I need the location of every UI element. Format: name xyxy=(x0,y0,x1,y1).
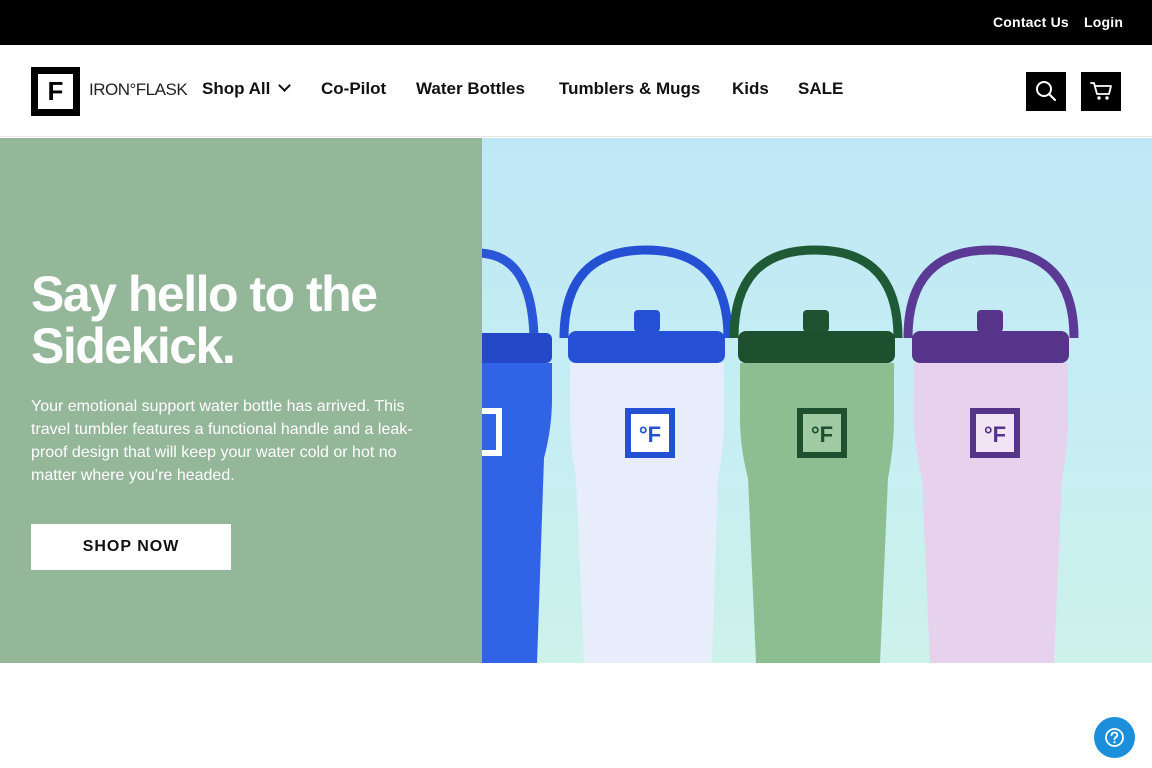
tumbler-white xyxy=(559,245,733,663)
bottle-logo-green: °F xyxy=(811,422,833,447)
tumbler-blue xyxy=(482,248,552,663)
cart-icon xyxy=(1090,82,1112,100)
tumblers-illustration: °F °F °F xyxy=(482,245,1079,663)
site-header: F IRON°FLASK Shop All Co-Pilot Water Bot… xyxy=(0,45,1152,137)
tumbler-green xyxy=(729,245,903,663)
logo-mark: F xyxy=(31,67,80,116)
shop-now-button[interactable]: SHOP NOW xyxy=(31,524,231,570)
help-button[interactable] xyxy=(1094,717,1135,758)
hero-section: Say hello to the Sidekick. Your emotiona… xyxy=(0,138,1152,663)
nav-shop-all-label: Shop All xyxy=(202,79,271,98)
nav-tumblers-mugs[interactable]: Tumblers & Mugs xyxy=(559,79,700,99)
help-icon xyxy=(1105,728,1124,747)
top-utility-bar: Contact Us Login xyxy=(0,0,1152,45)
chevron-down-icon xyxy=(278,79,292,92)
search-button[interactable] xyxy=(1026,72,1066,111)
nav-shop-all[interactable]: Shop All xyxy=(202,79,292,99)
brand-logo[interactable]: F IRON°FLASK xyxy=(31,67,188,117)
logo-letter: F xyxy=(47,76,64,106)
cart-button[interactable] xyxy=(1081,72,1121,111)
search-icon xyxy=(1036,81,1057,102)
hero-product-image: °F °F °F xyxy=(482,138,1152,663)
hero-description: Your emotional support water bottle has … xyxy=(31,398,413,484)
bottle-logo-white: °F xyxy=(639,422,661,447)
hero-text-panel: Say hello to the Sidekick. Your emotiona… xyxy=(0,138,482,663)
contact-us-link[interactable]: Contact Us xyxy=(993,14,1069,30)
nav-water-bottles[interactable]: Water Bottles xyxy=(416,79,525,99)
tumbler-lilac xyxy=(903,245,1079,663)
bottle-logo-lilac: °F xyxy=(984,422,1006,447)
nav-kids[interactable]: Kids xyxy=(732,79,769,99)
hero-title: Say hello to the Sidekick. xyxy=(31,266,378,374)
nav-sale[interactable]: SALE xyxy=(798,79,843,99)
logo-wordmark: IRON°FLASK xyxy=(89,80,188,99)
login-link[interactable]: Login xyxy=(1084,14,1123,30)
nav-co-pilot[interactable]: Co-Pilot xyxy=(321,79,386,99)
